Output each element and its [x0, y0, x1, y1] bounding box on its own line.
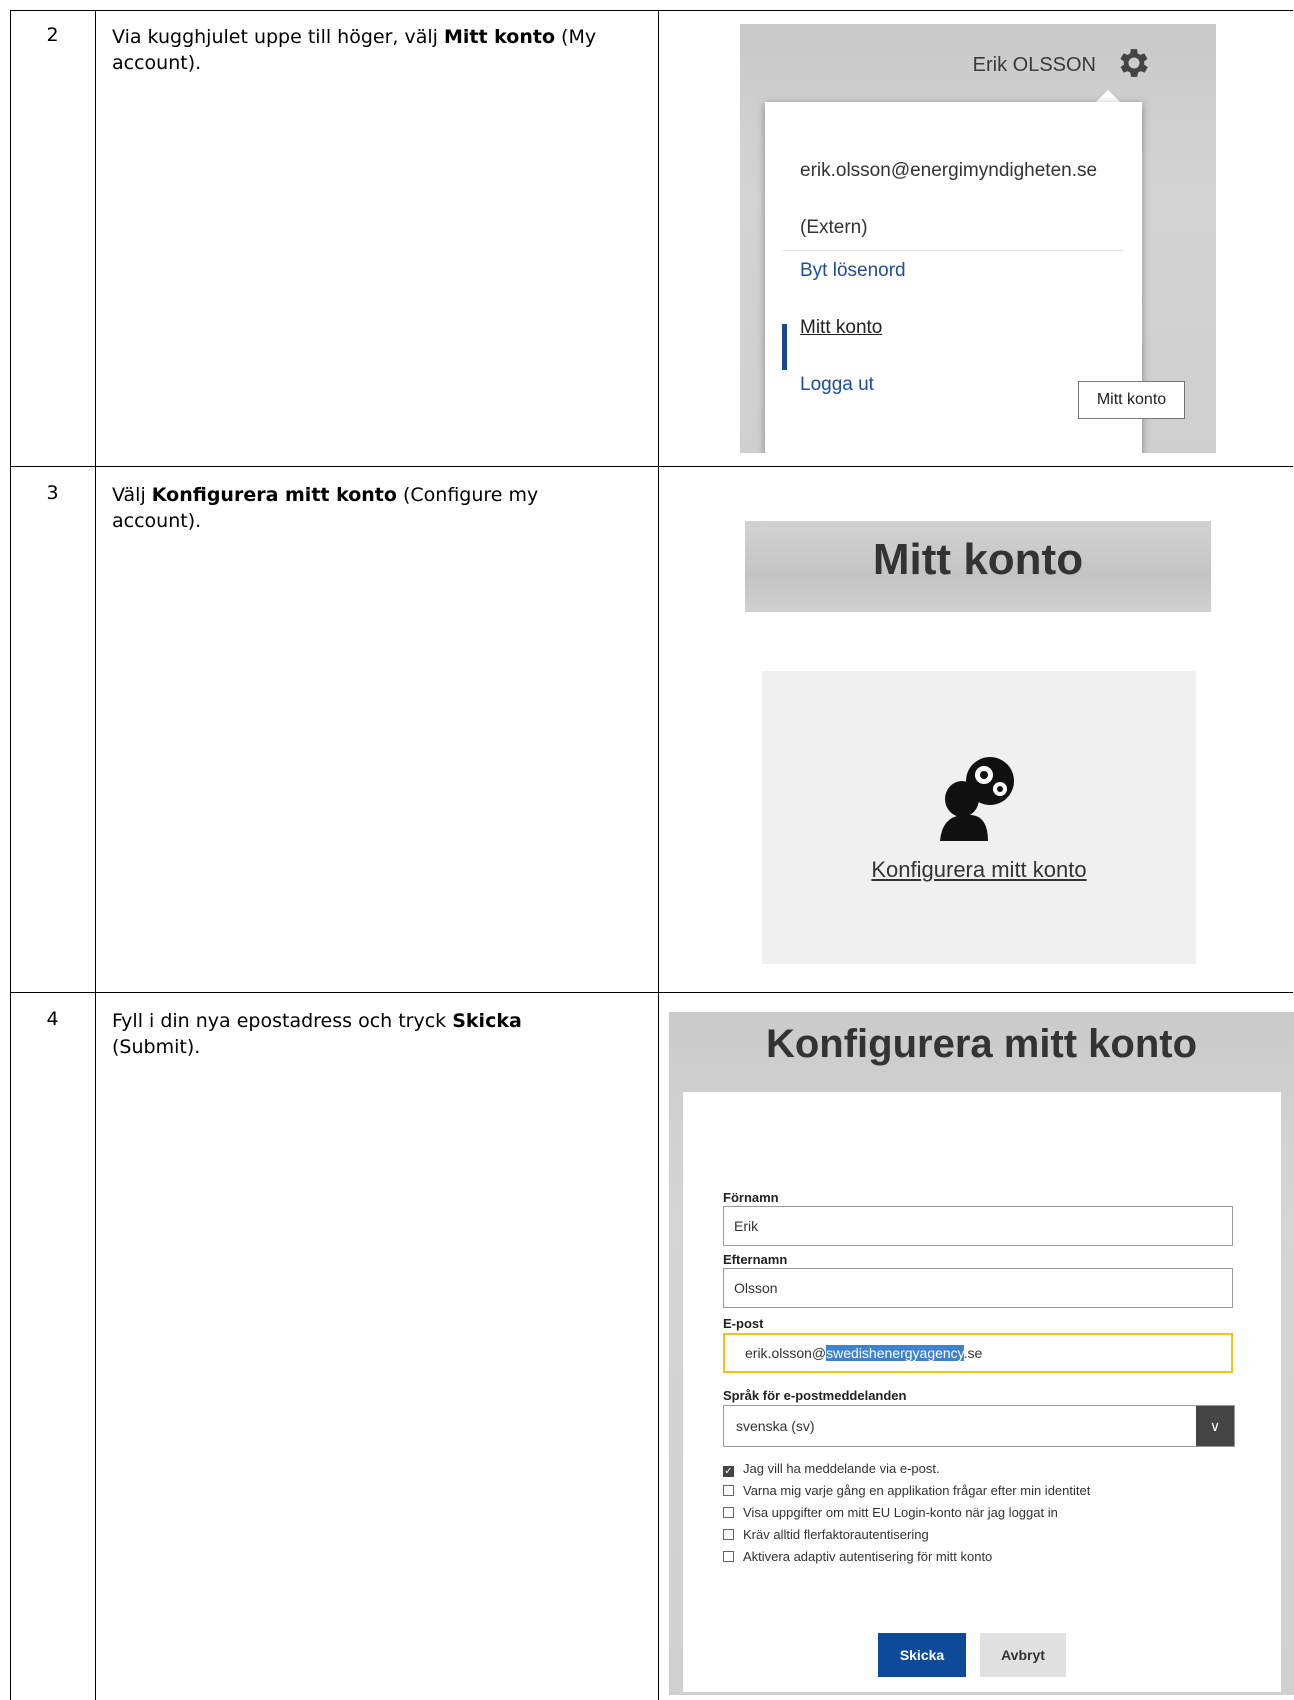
menu-item-logout[interactable]: Logga ut	[800, 374, 874, 396]
account-form: Förnamn Erik Efternamn Olsson E-post eri…	[683, 1092, 1281, 1692]
step-number: 3	[46, 482, 59, 504]
step-number: 2	[46, 24, 59, 46]
user-settings-icon	[940, 757, 1014, 841]
gear-menu-screenshot: Erik OLSSON erik.olsson@energimyndighete…	[740, 24, 1216, 453]
my-account-header-screenshot: Mitt konto	[745, 521, 1211, 612]
language-label: Språk för e-postmeddelanden	[723, 1388, 907, 1403]
column-divider	[658, 10, 659, 1700]
page-title: Mitt konto	[872, 535, 1084, 584]
step-instruction: Fyll i din nya epostadress och tryck Ski…	[112, 1010, 522, 1058]
page-title: Konfigurera mitt konto	[765, 1022, 1198, 1066]
active-item-indicator	[782, 324, 787, 370]
chevron-down-icon[interactable]: ∨	[1196, 1406, 1234, 1446]
checkbox-checked-icon[interactable]: ✓	[723, 1466, 734, 1477]
first-name-field[interactable]: Erik	[723, 1206, 1233, 1246]
configure-account-screenshot: Konfigurera mitt konto Förnamn Erik Efte…	[669, 1012, 1294, 1695]
account-email: erik.olsson@energimyndigheten.se	[800, 160, 1098, 181]
step-number: 4	[46, 1008, 59, 1030]
checkbox-require-mfa[interactable]: Kräv alltid flerfaktorautentisering	[723, 1527, 929, 1542]
checkbox-icon[interactable]	[723, 1507, 734, 1518]
language-select[interactable]: svenska (sv) ∨	[723, 1405, 1235, 1447]
checkbox-icon[interactable]	[723, 1551, 734, 1562]
user-name: Erik OLSSON	[972, 54, 1096, 76]
checkbox-icon[interactable]	[723, 1485, 734, 1496]
checkbox-identity-warning[interactable]: Varna mig varje gång en applikation fråg…	[723, 1483, 1090, 1498]
tooltip: Mitt konto	[1078, 381, 1185, 419]
column-divider	[95, 10, 96, 1700]
email-label: E-post	[723, 1316, 764, 1331]
cancel-button[interactable]: Avbryt	[980, 1633, 1066, 1677]
row-divider	[10, 992, 1293, 993]
gear-icon[interactable]	[1115, 44, 1153, 82]
configure-account-tile[interactable]: Konfigurera mitt konto	[762, 671, 1196, 964]
first-name-label: Förnamn	[723, 1190, 779, 1205]
checkbox-show-account-info[interactable]: Visa uppgifter om mitt EU Login-konto nä…	[723, 1505, 1058, 1520]
table-border-left	[10, 10, 11, 1700]
checkbox-adaptive-auth[interactable]: Aktivera adaptiv autentisering för mitt …	[723, 1549, 992, 1564]
last-name-field[interactable]: Olsson	[723, 1268, 1233, 1308]
checkbox-icon[interactable]	[723, 1529, 734, 1540]
step-instruction: Via kugghjulet uppe till höger, välj Mit…	[112, 26, 597, 74]
row-divider	[10, 466, 1293, 467]
step-instruction: Välj Konfigurera mitt konto (Configure m…	[112, 484, 539, 532]
menu-divider	[783, 250, 1123, 251]
configure-account-link[interactable]: Konfigurera mitt konto	[762, 857, 1196, 883]
menu-item-change-password[interactable]: Byt lösenord	[800, 260, 906, 282]
account-role: (Extern)	[800, 217, 868, 238]
table-border-top	[10, 10, 1293, 11]
email-field[interactable]: erik.olsson@swedishenergyagency.se	[723, 1333, 1233, 1373]
submit-button[interactable]: Skicka	[878, 1633, 966, 1677]
language-value: svenska (sv)	[736, 1418, 815, 1434]
menu-item-my-account[interactable]: Mitt konto	[800, 317, 882, 339]
last-name-label: Efternamn	[723, 1252, 788, 1267]
checkbox-email-notify[interactable]: ✓ Jag vill ha meddelande via e-post.	[723, 1461, 940, 1477]
